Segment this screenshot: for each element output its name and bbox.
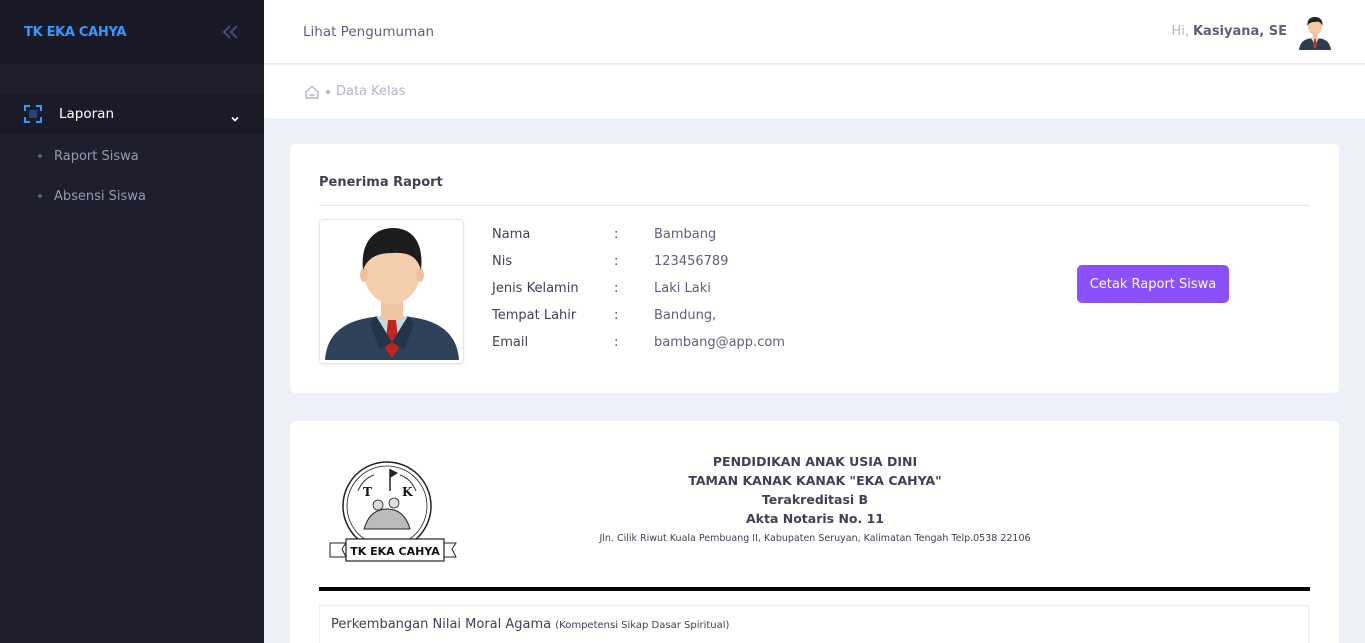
field-value: Bandung, [654,308,717,323]
sidebar-menu: Laporan Raport Siswa Absensi Siswa [0,64,264,216]
brand-bar: TK EKA CAHYA [0,0,264,64]
info-row-tempat-lahir: Tempat Lahir : Bandung, [492,302,785,329]
school-logo: T K TK EKA CAHYA [328,451,458,573]
field-colon: : [614,254,619,269]
section-title: Perkembangan Nilai Moral Agama (Kompeten… [331,617,729,632]
bullet-dot [38,194,42,198]
recipient-card: Penerima Raport Nama : Bambang Nis : 123… [290,144,1339,393]
school-line-1: PENDIDIKAN ANAK USIA DINI [712,454,918,469]
info-row-email: Email : bambang@app.com [492,329,785,356]
student-info: Nama : Bambang Nis : 123456789 Jenis Kel… [492,221,785,356]
print-report-button[interactable]: Cetak Raport Siswa [1077,265,1229,303]
chevron-down-icon [230,109,240,122]
school-header: PENDIDIKAN ANAK USIA DINI TAMAN KANAK KA… [490,452,1140,550]
field-colon: : [614,308,619,323]
school-line-4: Akta Notaris No. 11 [746,511,884,526]
svg-text:K: K [402,485,413,499]
field-value: Laki Laki [654,281,711,296]
info-row-jenis-kelamin: Jenis Kelamin : Laki Laki [492,275,785,302]
user-name: Kasiyana, SE [1192,24,1287,39]
top-header: Lihat Pengumuman Hi, Kasiyana, SE [264,0,1365,64]
field-label: Nis [492,254,513,269]
field-label: Tempat Lahir [492,308,577,323]
sidebar-submenu: Raport Siswa Absensi Siswa [0,134,264,216]
sidebar-subitem-label: Raport Siswa [54,148,139,164]
field-value: Bambang [654,227,717,242]
section-title-text: Perkembangan Nilai Moral Agama [331,617,552,632]
field-colon: : [614,335,619,350]
sidebar-item-laporan[interactable]: Laporan [0,94,264,134]
announcement-link[interactable]: Lihat Pengumuman [303,24,434,40]
field-label: Nama [492,227,531,242]
greeting: Hi, [1171,24,1189,39]
breadcrumb: Data Kelas [264,65,1365,118]
breadcrumb-current[interactable]: Data Kelas [336,84,405,99]
info-row-nama: Nama : Bambang [492,221,785,248]
sidebar: TK EKA CAHYA Laporan Raport Siswa Absens… [0,0,264,643]
report-card: T K TK EKA CAHYA PENDIDIKAN ANAK USIA DI… [290,421,1339,643]
home-icon[interactable] [304,84,320,100]
user-menu[interactable]: Hi, Kasiyana, SE [1171,14,1333,50]
divider [319,205,1310,206]
sidebar-item-label: Laporan [59,106,115,122]
field-value: bambang@app.com [654,335,785,350]
field-value: 123456789 [654,254,729,269]
breadcrumb-separator [326,89,330,94]
svg-text:T: T [363,485,372,499]
field-label: Email [492,335,529,350]
field-colon: : [614,281,619,296]
section-moral-agama: Perkembangan Nilai Moral Agama (Kompeten… [319,605,1309,643]
student-photo [319,219,464,364]
sidebar-item-absensi-siswa[interactable]: Absensi Siswa [0,176,264,216]
field-colon: : [614,227,619,242]
brand-name[interactable]: TK EKA CAHYA [24,25,126,40]
logo-caption: TK EKA CAHYA [350,545,440,558]
school-address: Jln. Cilik Riwut Kuala Pembuang II, Kabu… [599,533,1031,544]
field-label: Jenis Kelamin [492,281,579,296]
header-divider [319,587,1310,591]
bullet-dot [38,154,42,158]
section-subtitle: (Kompetensi Sikap Dasar Spiritual) [555,620,730,631]
recipient-card-title: Penerima Raport [319,175,443,190]
avatar[interactable] [1297,14,1333,50]
info-row-nis: Nis : 123456789 [492,248,785,275]
school-line-2: TAMAN KANAK KANAK "EKA CAHYA" [688,473,942,488]
sidebar-subitem-label: Absensi Siswa [54,188,146,204]
scan-icon [24,105,42,123]
school-line-3: Terakreditasi B [761,492,869,507]
sidebar-item-raport-siswa[interactable]: Raport Siswa [0,136,264,176]
double-chevron-left-icon[interactable] [220,22,240,42]
